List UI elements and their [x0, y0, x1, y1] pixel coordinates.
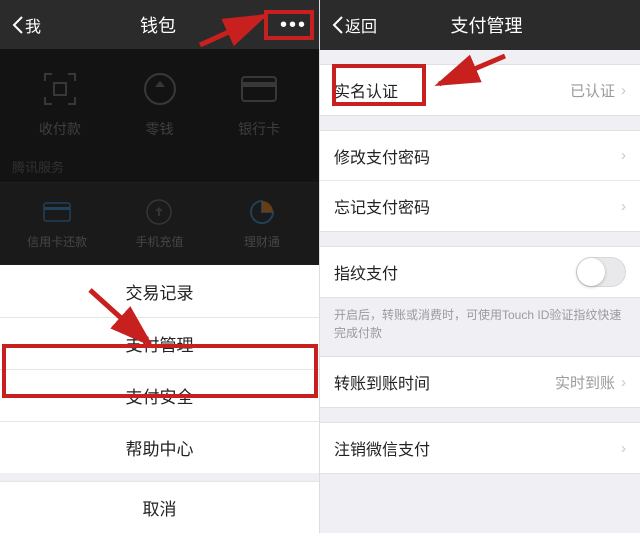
cell-value: 实时到账 ›: [555, 372, 626, 393]
wallet-header: 我 钱包 •••: [0, 0, 319, 49]
cell-label: 注销微信支付: [334, 436, 430, 460]
dim-overlay: [0, 49, 319, 265]
chevron-right-icon: ›: [621, 147, 626, 164]
value-text: 实时到账: [555, 372, 615, 393]
sheet-payment-management[interactable]: 支付管理: [0, 317, 319, 369]
toggle-knob: [577, 258, 605, 286]
cell-transfer-time[interactable]: 转账到账时间 实时到账 ›: [320, 357, 640, 407]
cell-forgot-password[interactable]: 忘记支付密码 ›: [320, 181, 640, 231]
cell-value: 已认证 ›: [570, 80, 626, 101]
cell-label: 实名认证: [334, 78, 398, 102]
cell-change-password[interactable]: 修改支付密码 ›: [320, 131, 640, 181]
cell-deregister[interactable]: 注销微信支付 ›: [320, 423, 640, 473]
cell-label: 转账到账时间: [334, 370, 430, 394]
row-label: 交易记录: [126, 279, 194, 304]
sheet-help-center[interactable]: 帮助中心: [0, 421, 319, 473]
action-sheet: 交易记录 支付管理 支付安全 帮助中心 取消: [0, 265, 319, 533]
cell-real-name-auth[interactable]: 实名认证 已认证 ›: [320, 65, 640, 115]
group-touchid: 指纹支付: [320, 246, 640, 298]
payment-management-screen: 返回 支付管理 实名认证 已认证 › 修改支付密码 › 忘记支付密码 › 指纹支…: [320, 0, 640, 533]
back-button[interactable]: 我: [12, 13, 41, 37]
row-label: 取消: [143, 495, 177, 520]
chevron-right-icon: ›: [621, 440, 626, 457]
group-realname: 实名认证 已认证 ›: [320, 64, 640, 116]
cell-label: 修改支付密码: [334, 144, 430, 168]
wallet-screen: 我 钱包 ••• 收付款 零钱 银: [0, 0, 320, 533]
back-button[interactable]: 返回: [332, 13, 377, 37]
cell-label: 忘记支付密码: [334, 194, 430, 218]
cell-label: 指纹支付: [334, 260, 398, 284]
wallet-top-area: 收付款 零钱 银行卡 腾讯服务 信用卡还款: [0, 49, 319, 265]
sheet-transaction-records[interactable]: 交易记录: [0, 265, 319, 317]
chevron-right-icon: ›: [621, 198, 626, 215]
pm-header: 返回 支付管理: [320, 0, 640, 50]
sheet-payment-security[interactable]: 支付安全: [0, 369, 319, 421]
more-icon: •••: [280, 15, 307, 35]
group-transfer-time: 转账到账时间 实时到账 ›: [320, 356, 640, 408]
chevron-right-icon: ›: [621, 374, 626, 391]
group-deregister: 注销微信支付 ›: [320, 422, 640, 474]
value-text: 已认证: [570, 80, 615, 101]
row-label: 支付管理: [126, 331, 194, 356]
cell-touch-pay: 指纹支付: [320, 247, 640, 297]
wallet-title: 钱包: [41, 12, 275, 38]
sheet-gap: [0, 473, 319, 481]
chevron-left-icon: [12, 16, 23, 34]
sheet-cancel[interactable]: 取消: [0, 481, 319, 533]
touch-pay-hint: 开启后，转账或消费时，可使用Touch ID验证指纹快速完成付款: [320, 298, 640, 342]
row-label: 帮助中心: [126, 435, 194, 460]
group-password: 修改支付密码 › 忘记支付密码 ›: [320, 130, 640, 232]
more-menu-button[interactable]: •••: [275, 15, 307, 35]
row-label: 支付安全: [126, 383, 194, 408]
chevron-right-icon: ›: [621, 82, 626, 99]
pm-title: 支付管理: [377, 12, 596, 38]
touch-pay-toggle[interactable]: [576, 257, 626, 287]
chevron-left-icon: [332, 16, 343, 34]
back-label: 我: [25, 13, 41, 37]
back-label: 返回: [345, 13, 377, 37]
